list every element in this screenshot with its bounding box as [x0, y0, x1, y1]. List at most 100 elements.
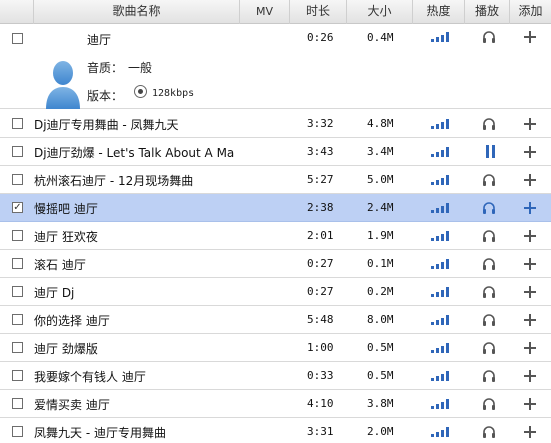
headphone-icon[interactable]	[482, 285, 496, 299]
headphone-icon[interactable]	[482, 257, 496, 271]
plus-icon[interactable]	[523, 145, 537, 159]
signal-bars-icon	[431, 371, 449, 381]
song-list: 歌曲名称 MV 时长 大小 热度 播放 添加 迪厅 音质： 一般 版本： 128…	[0, 0, 551, 443]
plus-icon[interactable]	[523, 341, 537, 355]
row-checkbox[interactable]: ✓	[12, 202, 23, 213]
song-title[interactable]: 迪厅 劲爆版	[34, 340, 240, 357]
song-title[interactable]: 凤舞九天 - 迪厅专用舞曲	[34, 424, 240, 441]
headphone-icon[interactable]	[482, 369, 496, 383]
song-row[interactable]: ✓ 慢摇吧 迪厅 2:38 2.4M	[0, 194, 551, 222]
song-size: 0.1M	[367, 257, 394, 270]
row-checkbox[interactable]	[12, 342, 23, 353]
song-title[interactable]: 慢摇吧 迪厅	[34, 200, 240, 217]
song-title[interactable]: 迪厅	[87, 31, 237, 48]
song-size: 4.8M	[367, 117, 394, 130]
song-duration: 2:38	[307, 201, 334, 214]
signal-bars-icon	[431, 399, 449, 409]
plus-icon[interactable]	[523, 397, 537, 411]
headphone-icon[interactable]	[482, 397, 496, 411]
plus-icon[interactable]	[523, 369, 537, 383]
plus-icon[interactable]	[523, 229, 537, 243]
header-mv[interactable]: MV	[240, 0, 290, 24]
signal-bars-icon	[431, 147, 449, 157]
song-title[interactable]: 迪厅 狂欢夜	[34, 228, 240, 245]
signal-bars-icon	[431, 427, 449, 437]
song-size: 5.0M	[367, 173, 394, 186]
version-value: 128kbps	[152, 88, 195, 99]
headphone-icon[interactable]	[482, 30, 496, 44]
row-checkbox[interactable]	[12, 286, 23, 297]
song-size: 3.8M	[367, 397, 394, 410]
song-row[interactable]: Dj迪厅专用舞曲 - 凤舞九天 3:32 4.8M	[0, 110, 551, 138]
song-size: 8.0M	[367, 313, 394, 326]
song-row[interactable]: 迪厅 狂欢夜 2:01 1.9M	[0, 222, 551, 250]
quality-label: 音质：	[87, 61, 124, 75]
song-title[interactable]: 你的选择 迪厅	[34, 312, 240, 329]
header-duration[interactable]: 时长	[290, 0, 347, 24]
song-duration: 3:31	[307, 425, 334, 438]
song-row[interactable]: 杭州滚石迪厅 - 12月现场舞曲 5:27 5.0M	[0, 166, 551, 194]
song-title[interactable]: 迪厅 Dj	[34, 284, 240, 301]
song-duration: 0:27	[307, 257, 334, 270]
plus-icon[interactable]	[523, 257, 537, 271]
song-title[interactable]: 我要嫁个有钱人 迪厅	[34, 368, 240, 385]
song-row[interactable]: 滚石 迪厅 0:27 0.1M	[0, 250, 551, 278]
row-checkbox[interactable]	[12, 230, 23, 241]
row-checkbox[interactable]	[12, 118, 23, 129]
song-row[interactable]: 爱情买卖 迪厅 4:10 3.8M	[0, 390, 551, 418]
header-song-name[interactable]: 歌曲名称	[34, 0, 240, 24]
headphone-icon[interactable]	[482, 173, 496, 187]
header-heat[interactable]: 热度	[413, 0, 465, 24]
song-title[interactable]: 滚石 迪厅	[34, 256, 240, 273]
plus-icon[interactable]	[523, 117, 537, 131]
row-checkbox[interactable]	[12, 258, 23, 269]
signal-bars-icon	[431, 231, 449, 241]
song-row[interactable]: Dj迪厅劲爆 - Let's Talk About A Ma 3:43 3.4M	[0, 138, 551, 166]
song-title[interactable]: Dj迪厅劲爆 - Let's Talk About A Ma	[34, 144, 240, 161]
headphone-icon[interactable]	[482, 313, 496, 327]
row-checkbox[interactable]	[12, 146, 23, 157]
row-checkbox[interactable]	[12, 370, 23, 381]
song-title[interactable]: 爱情买卖 迪厅	[34, 396, 240, 413]
song-row[interactable]: 迪厅 劲爆版 1:00 0.5M	[0, 334, 551, 362]
header-size[interactable]: 大小	[347, 0, 413, 24]
song-duration: 0:33	[307, 369, 334, 382]
headphone-icon[interactable]	[482, 341, 496, 355]
plus-icon[interactable]	[523, 30, 537, 44]
song-row[interactable]: 凤舞九天 - 迪厅专用舞曲 3:31 2.0M	[0, 418, 551, 443]
headphone-icon[interactable]	[482, 229, 496, 243]
row-checkbox[interactable]	[12, 426, 23, 437]
plus-icon[interactable]	[523, 425, 537, 439]
row-checkbox[interactable]	[12, 174, 23, 185]
song-size: 2.4M	[367, 201, 394, 214]
table-header: 歌曲名称 MV 时长 大小 热度 播放 添加	[0, 0, 551, 24]
signal-bars-icon	[431, 119, 449, 129]
row-checkbox[interactable]	[12, 398, 23, 409]
version-label: 版本：	[87, 89, 124, 103]
plus-icon[interactable]	[523, 285, 537, 299]
pause-icon[interactable]	[485, 145, 496, 158]
song-title[interactable]: Dj迪厅专用舞曲 - 凤舞九天	[34, 116, 240, 133]
song-duration: 1:00	[307, 341, 334, 354]
song-duration: 3:43	[307, 145, 334, 158]
song-row[interactable]: 我要嫁个有钱人 迪厅 0:33 0.5M	[0, 362, 551, 390]
headphone-icon[interactable]	[482, 201, 496, 215]
headphone-icon[interactable]	[482, 425, 496, 439]
signal-bars-icon	[431, 287, 449, 297]
song-size: 2.0M	[367, 425, 394, 438]
row-checkbox[interactable]	[12, 33, 23, 44]
song-duration: 3:32	[307, 117, 334, 130]
song-size: 0.5M	[367, 341, 394, 354]
plus-icon[interactable]	[523, 173, 537, 187]
plus-icon[interactable]	[523, 201, 537, 215]
version-radio[interactable]	[134, 85, 147, 98]
plus-icon[interactable]	[523, 313, 537, 327]
header-checkbox-col	[0, 0, 34, 24]
song-row[interactable]: 迪厅 Dj 0:27 0.2M	[0, 278, 551, 306]
headphone-icon[interactable]	[482, 117, 496, 131]
song-row-expanded[interactable]: 迪厅 音质： 一般 版本： 128kbps 0:26 0.4M	[0, 25, 551, 109]
song-title[interactable]: 杭州滚石迪厅 - 12月现场舞曲	[34, 172, 240, 189]
song-size: 0.5M	[367, 369, 394, 382]
row-checkbox[interactable]	[12, 314, 23, 325]
song-row[interactable]: 你的选择 迪厅 5:48 8.0M	[0, 306, 551, 334]
